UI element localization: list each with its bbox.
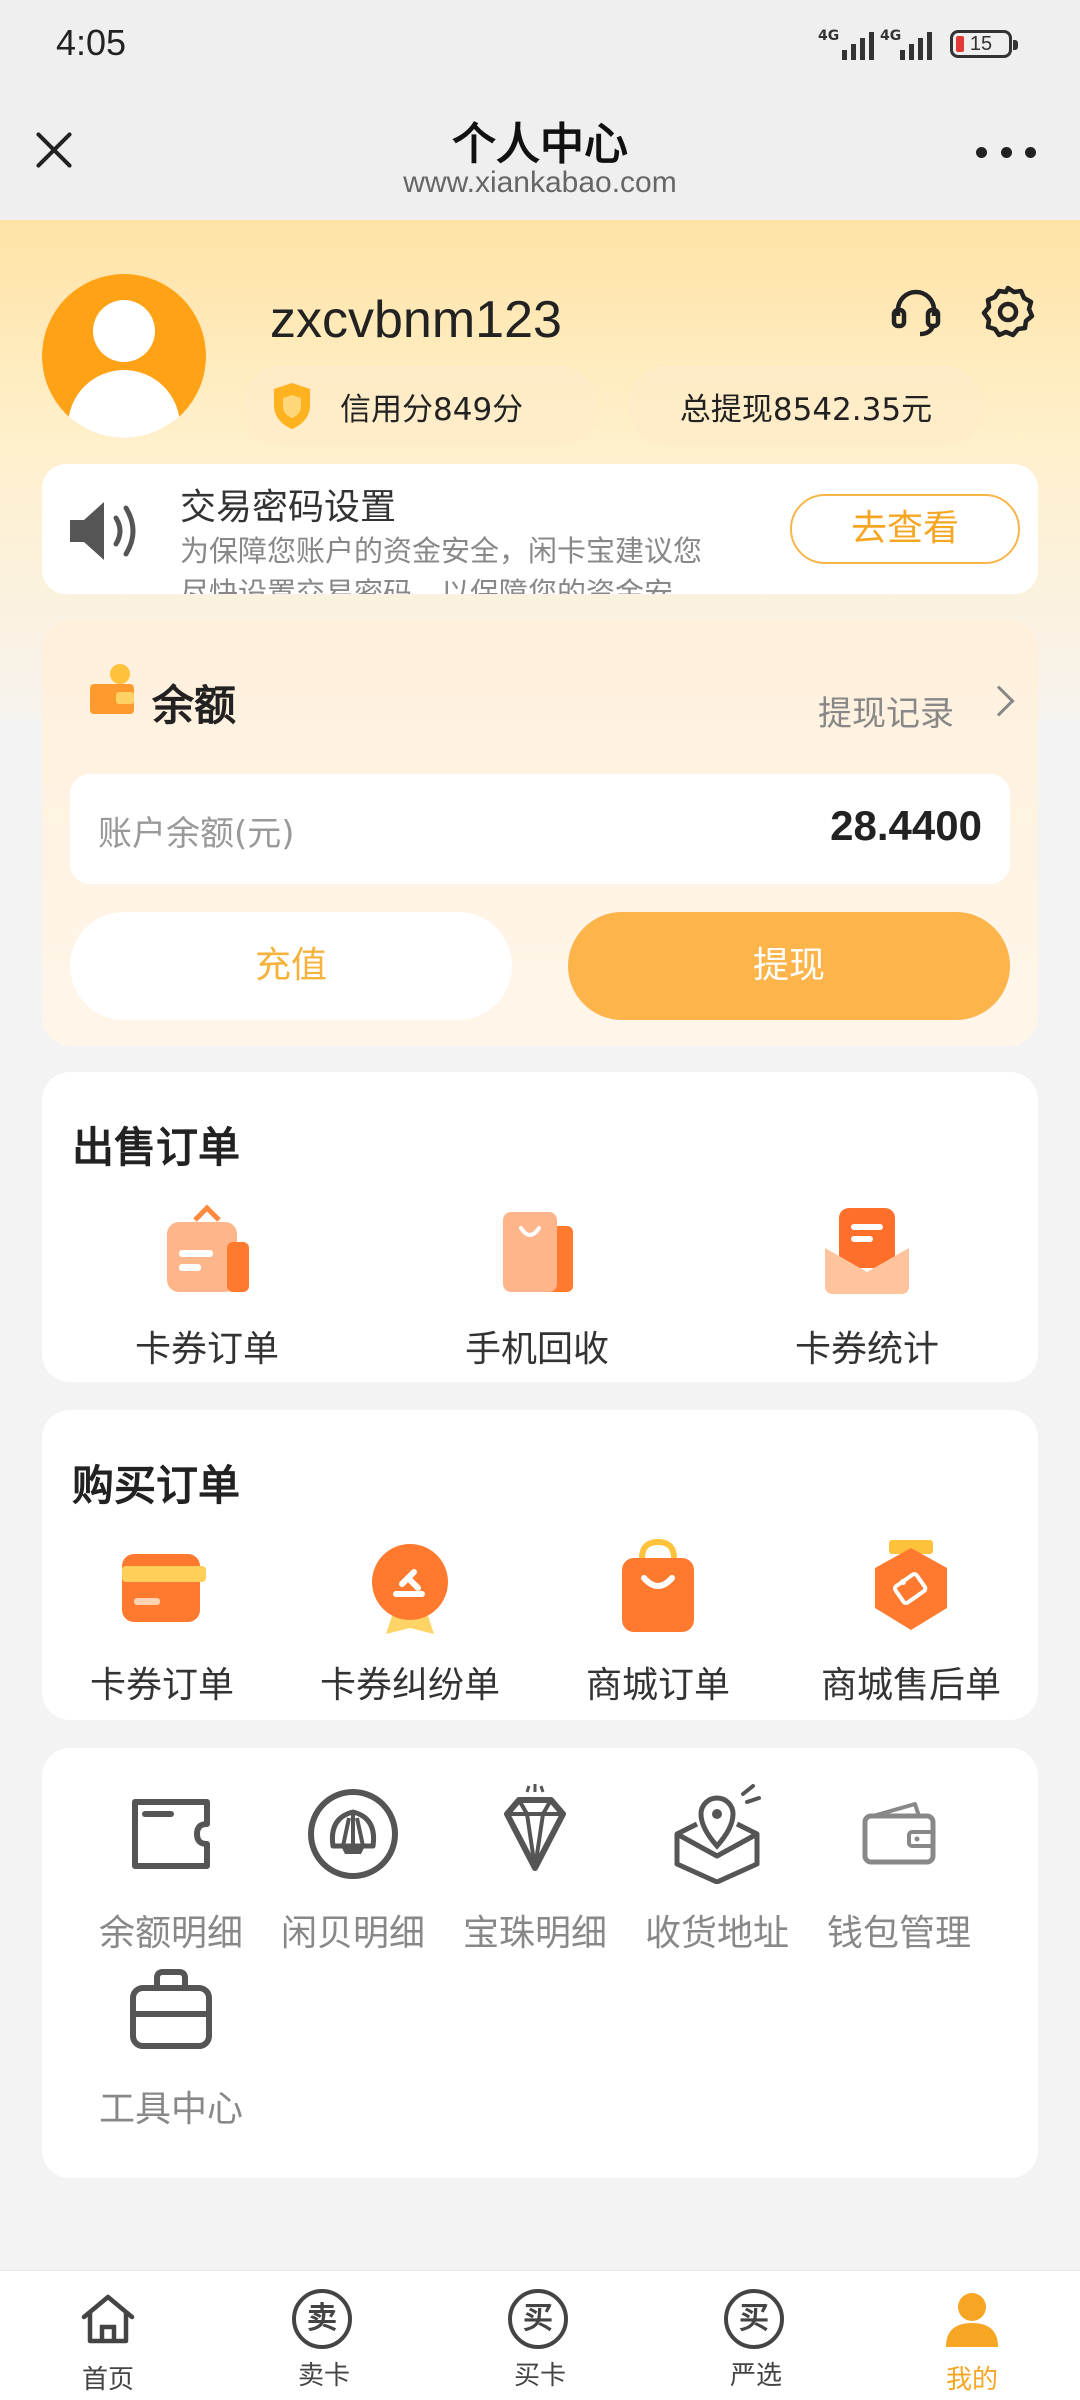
wallet-manage-item[interactable]: 钱包管理 [814, 1784, 984, 1956]
address-label: 收货地址 [644, 1913, 789, 1954]
notice-title: 交易密码设置 [180, 487, 397, 528]
sell-card-stats-item[interactable]: 卡券统计 [742, 1202, 992, 1372]
tab-sell-card-label: 卖卡 [297, 2361, 350, 2391]
tab-buy-card-label: 买卡 [513, 2361, 566, 2391]
signal-icon-1 [842, 30, 874, 60]
balance-detail-item[interactable]: 余额明细 [86, 1784, 256, 1956]
tab-selected-label: 严选 [729, 2361, 782, 2391]
withdraw-total-label: 总提现8542.35元 [679, 391, 933, 428]
after-sale-icon [875, 1540, 947, 1630]
shell-detail-label: 闲贝明细 [280, 1913, 425, 1954]
tool-center-label: 工具中心 [98, 2089, 243, 2130]
balance-detail-label: 余额明细 [98, 1913, 243, 1954]
card-stats-icon [825, 1208, 909, 1294]
buy-orders-title: 购买订单 [72, 1461, 241, 1510]
buy-dispute-item[interactable]: 卡券纠纷单 [300, 1538, 520, 1708]
recharge-button[interactable]: 充值 [70, 912, 512, 1020]
sell-orders-card: 出售订单 卡券订单 手机回收 卡券统计 [42, 1072, 1038, 1382]
credit-score-label: 信用分849分 [340, 391, 524, 428]
sell-phone-recycle-item[interactable]: 手机回收 [412, 1202, 662, 1372]
buy-shop-order-label: 商城订单 [585, 1665, 730, 1706]
sell-glyph-icon: 卖 [292, 2289, 352, 2349]
status-time: 4:05 [56, 22, 127, 63]
tab-buy-card[interactable]: 买 买卡 [432, 2271, 648, 2400]
shell-detail-item[interactable]: 闲贝明细 [268, 1784, 438, 1956]
address-item[interactable]: 收货地址 [632, 1784, 802, 1956]
signal-icon-2 [900, 30, 932, 60]
tab-selected[interactable]: 买 严选 [648, 2271, 864, 2400]
buy-dispute-label: 卡券纠纷单 [319, 1665, 500, 1706]
account-balance-row: 账户余额(元) 28.4400 [70, 774, 1010, 884]
shop-bag-icon [622, 1538, 694, 1632]
go-view-button[interactable]: 去查看 [790, 494, 1020, 564]
page-url: www.xiankabao.com [403, 166, 677, 199]
balance-card: 余额 提现记录 账户余额(元) 28.4400 充值 提现 [42, 620, 1038, 1046]
battery-icon: 15 [950, 30, 1018, 58]
buy-after-sale-item[interactable]: 商城售后单 [796, 1538, 1026, 1708]
credit-score-badge[interactable]: 信用分849分 [242, 366, 598, 446]
sell-phone-recycle-label: 手机回收 [464, 1329, 609, 1370]
settings-icon[interactable] [978, 282, 1038, 342]
balance-title: 余额 [152, 681, 237, 730]
buy-glyph-icon: 买 [508, 2289, 568, 2349]
shell-icon [308, 1789, 398, 1879]
home-icon [81, 2294, 135, 2344]
speaker-icon [70, 502, 136, 560]
toolbox-icon [130, 1969, 212, 2049]
sell-card-stats-label: 卡券统计 [794, 1329, 939, 1370]
notice-card: 交易密码设置 为保障您账户的资金安全，闲卡宝建议您尽快设置交易密码，以保障您的资… [42, 464, 1038, 594]
avatar[interactable] [42, 274, 206, 438]
tool-center-item[interactable]: 工具中心 [86, 1960, 256, 2132]
network-label-2: 4G [880, 28, 902, 44]
wallet-card-icon [132, 1799, 210, 1869]
wallet-manage-label: 钱包管理 [826, 1913, 971, 1954]
bottom-tab-bar: 首页 卖 卖卡 买 买卡 买 严选 我的 [0, 2270, 1080, 2400]
withdraw-total-badge[interactable]: 总提现8542.35元 [628, 366, 984, 446]
buy-card-order-item[interactable]: 卡券订单 [52, 1538, 272, 1708]
more-icon[interactable] [976, 142, 1036, 162]
nav-bar: 个人中心 www.xiankabao.com [0, 90, 1080, 220]
chevron-right-icon[interactable] [983, 685, 1015, 717]
buy-card-order-label: 卡券订单 [89, 1665, 234, 1706]
username: zxcvbnm123 [270, 291, 562, 349]
account-balance-value: 28.4400 [830, 802, 982, 849]
customer-service-icon[interactable] [886, 282, 946, 342]
network-label-1: 4G [818, 28, 840, 44]
sell-card-order-label: 卡券订单 [134, 1329, 279, 1370]
card-icon [122, 1554, 206, 1622]
withdraw-button[interactable]: 提现 [568, 912, 1010, 1020]
tab-home-label: 首页 [81, 2365, 134, 2395]
buy-after-sale-label: 商城售后单 [820, 1665, 1001, 1706]
selected-glyph-icon: 买 [724, 2289, 784, 2349]
sell-orders-title: 出售订单 [72, 1123, 241, 1172]
tab-home[interactable]: 首页 [0, 2271, 216, 2400]
wallet-coin-icon [90, 664, 134, 714]
dispute-icon [372, 1544, 448, 1634]
withdraw-records-link[interactable]: 提现记录 [818, 686, 954, 735]
notice-text: 为保障您账户的资金安全，闲卡宝建议您尽快设置交易密码，以保障您的资金安全。 [180, 534, 703, 594]
tab-mine[interactable]: 我的 [864, 2271, 1080, 2400]
status-bar: 4:05 4G 4G 15 [0, 0, 1080, 90]
buy-shop-order-item[interactable]: 商城订单 [548, 1538, 768, 1708]
shield-icon [274, 383, 310, 429]
wallet-icon [862, 1802, 936, 1865]
buy-orders-card: 购买订单 卡券订单 卡券纠纷单 商城订单 商城售后单 [42, 1410, 1038, 1720]
page-title: 个人中心 [452, 119, 628, 170]
pearl-detail-label: 宝珠明细 [462, 1913, 607, 1954]
user-icon [946, 2293, 998, 2347]
tab-sell-card[interactable]: 卖 卖卡 [216, 2271, 432, 2400]
tools-card: 余额明细 闲贝明细 宝珠明细 收货地址 钱包管理 工具中心 [42, 1748, 1038, 2178]
phone-recycle-icon [503, 1212, 573, 1292]
card-order-icon [167, 1204, 249, 1292]
address-icon [674, 1784, 761, 1885]
pearl-detail-item[interactable]: 宝珠明细 [450, 1784, 620, 1956]
diamond-icon [504, 1784, 566, 1871]
account-balance-label: 账户余额(元) [98, 814, 295, 854]
sell-card-order-item[interactable]: 卡券订单 [82, 1202, 332, 1372]
tab-mine-label: 我的 [945, 2365, 998, 2395]
